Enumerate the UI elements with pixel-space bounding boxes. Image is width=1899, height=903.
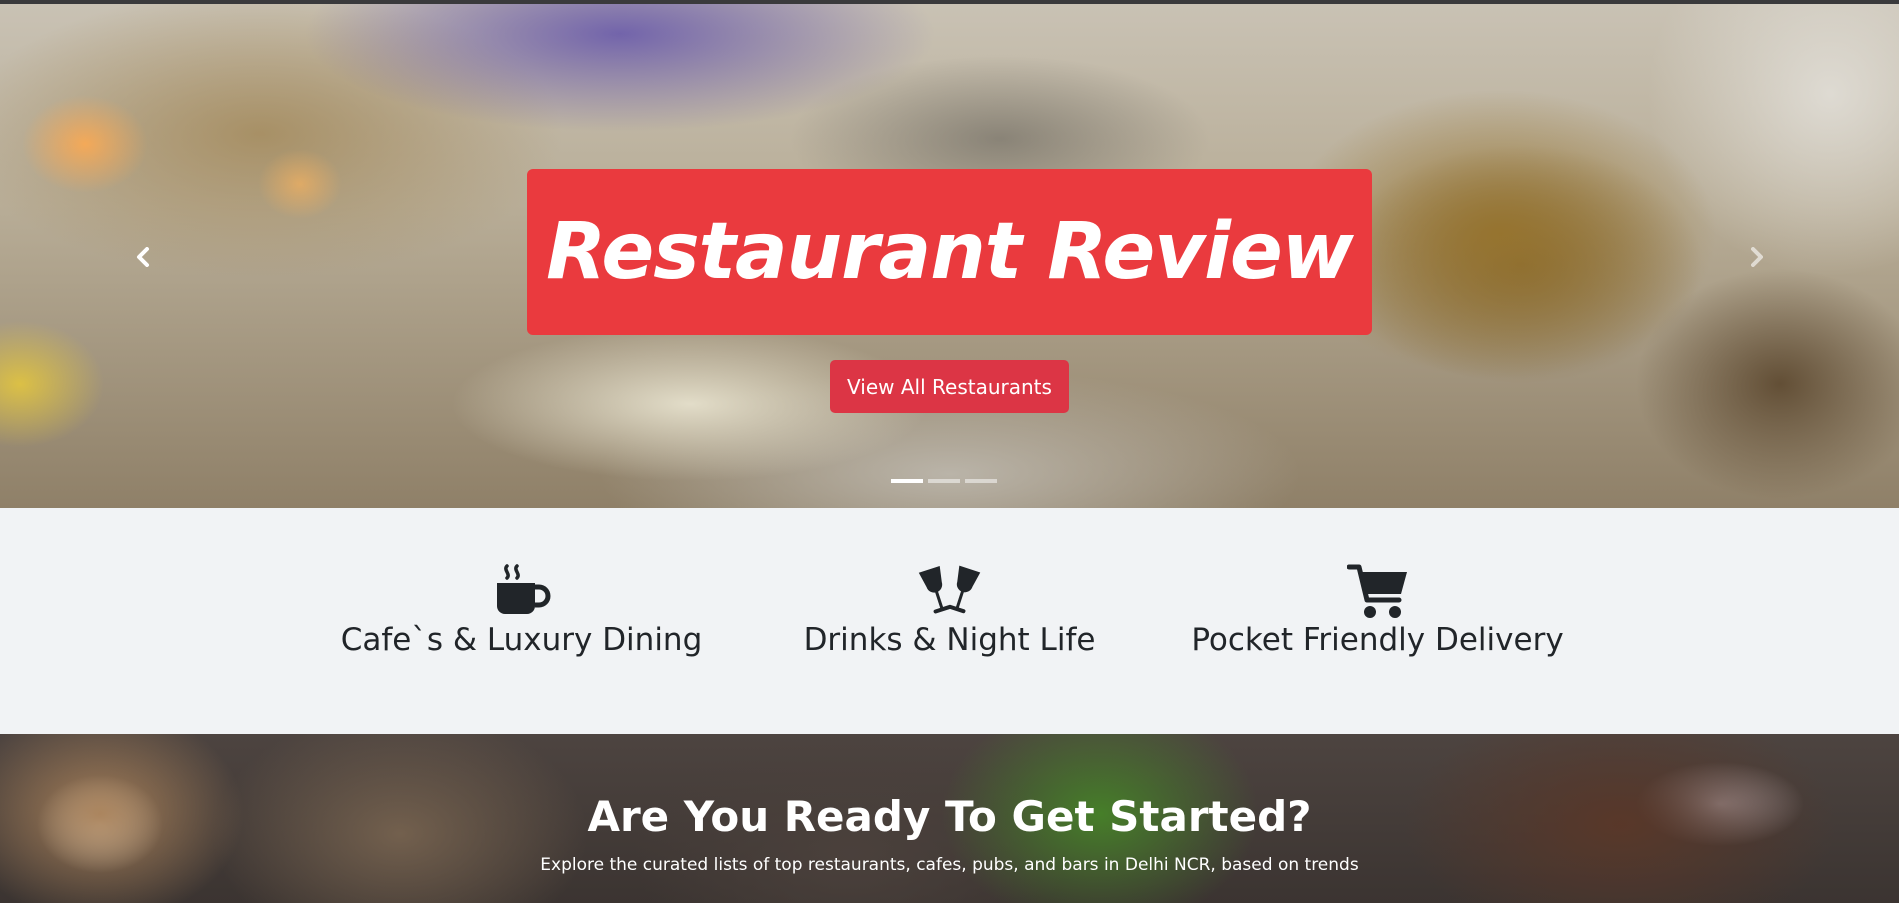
feature-label: Drinks & Night Life	[803, 622, 1096, 658]
feature-delivery: Pocket Friendly Delivery	[1156, 560, 1599, 658]
hero-title-banner: Restaurant Review	[527, 169, 1372, 335]
carousel-indicator-1[interactable]	[891, 479, 923, 483]
hero-carousel: Restaurant Review View All Restaurants	[0, 0, 1899, 508]
hero-title: Restaurant Review	[546, 207, 1354, 297]
feature-label: Cafe`s & Luxury Dining	[340, 622, 703, 658]
wine-glasses-cheers-icon	[918, 565, 980, 614]
feature-drinks-nightlife: Drinks & Night Life	[749, 560, 1150, 658]
get-started-section: Are You Ready To Get Started? Explore th…	[0, 734, 1899, 903]
shopping-cart-icon	[1346, 564, 1407, 618]
feature-cafes-dining: Cafe`s & Luxury Dining	[300, 560, 743, 658]
chevron-right-icon	[1751, 247, 1763, 267]
carousel-next-button[interactable]	[1742, 242, 1772, 272]
view-all-restaurants-button[interactable]: View All Restaurants	[830, 360, 1069, 413]
carousel-indicator-2[interactable]	[928, 479, 960, 483]
carousel-indicators	[891, 479, 997, 483]
cta-subtitle: Explore the curated lists of top restaur…	[540, 855, 1359, 875]
chevron-left-icon	[137, 247, 149, 267]
carousel-indicator-3[interactable]	[965, 479, 997, 483]
carousel-prev-button[interactable]	[128, 242, 158, 272]
cta-title: Are You Ready To Get Started?	[587, 792, 1312, 841]
features-section: Cafe`s & Luxury Dining Drinks & Night Li…	[0, 508, 1899, 734]
feature-label: Pocket Friendly Delivery	[1191, 622, 1564, 658]
coffee-cup-icon	[496, 564, 550, 614]
